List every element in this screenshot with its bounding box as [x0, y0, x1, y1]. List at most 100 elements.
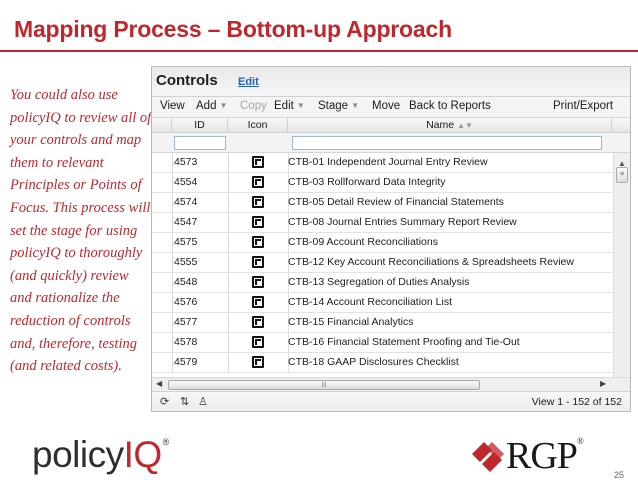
- control-icon[interactable]: [252, 356, 264, 368]
- column-divider: [172, 253, 173, 272]
- row-id: 4573: [174, 156, 198, 168]
- chevron-down-icon: ▼: [296, 101, 305, 110]
- row-icon-cell: [228, 153, 288, 172]
- row-name[interactable]: CTB-05 Detail Review of Financial Statem…: [288, 193, 612, 212]
- column-name[interactable]: Name ▲▼: [288, 118, 612, 133]
- control-icon[interactable]: [252, 216, 264, 228]
- control-icon[interactable]: [252, 236, 264, 248]
- scroll-thumb[interactable]: ≡: [616, 167, 628, 183]
- horizontal-scrollbar[interactable]: ◀ ||| ▶: [152, 377, 630, 391]
- row-icon-cell: [228, 313, 288, 332]
- horizontal-scroll-thumb[interactable]: |||: [168, 380, 480, 390]
- row-icon-cell: [228, 333, 288, 352]
- column-id[interactable]: ID: [172, 118, 228, 133]
- policyiq-logo: policyIQ®: [32, 434, 169, 476]
- controls-rows: 4573 CTB-01 Independent Journal Entry Rev…: [152, 153, 612, 373]
- table-row[interactable]: 4578 CTB-16 Financial Statement Proofing …: [152, 333, 612, 353]
- table-row[interactable]: 4554 CTB-03 Rollforward Data Integrity: [152, 173, 612, 193]
- control-icon[interactable]: [252, 156, 264, 168]
- table-row[interactable]: 4576 CTB-14 Account Reconciliation List: [152, 293, 612, 313]
- column-divider: [172, 353, 173, 372]
- row-name[interactable]: CTB-18 GAAP Disclosures Checklist: [288, 353, 612, 372]
- control-icon[interactable]: [252, 336, 264, 348]
- user-filter-icon[interactable]: ♙: [198, 395, 208, 408]
- column-divider: [172, 333, 173, 352]
- title-rule: [0, 50, 638, 52]
- rgp-logo: RGP®: [470, 434, 620, 477]
- policyiq-logo-policy: policy: [32, 434, 124, 475]
- page-number: 25: [614, 470, 625, 480]
- table-row[interactable]: 4547 CTB-08 Journal Entries Summary Repor…: [152, 213, 612, 233]
- column-divider: [172, 273, 173, 292]
- id-filter-input[interactable]: [174, 136, 226, 150]
- column-divider: [172, 153, 173, 172]
- row-icon-cell: [228, 293, 288, 312]
- slide-title: Mapping Process – Bottom-up Approach: [14, 16, 452, 42]
- control-icon[interactable]: [252, 316, 264, 328]
- row-name[interactable]: CTB-15 Financial Analytics: [288, 313, 612, 332]
- name-filter-input[interactable]: [292, 136, 602, 150]
- row-id: 4574: [174, 196, 198, 208]
- row-name[interactable]: CTB-03 Rollforward Data Integrity: [288, 173, 612, 192]
- registered-mark: ®: [576, 436, 584, 446]
- row-icon-cell: [228, 353, 288, 372]
- row-id: 4575: [174, 236, 198, 248]
- row-id: 4579: [174, 356, 198, 368]
- row-name[interactable]: CTB-16 Financial Statement Proofing and …: [288, 333, 612, 352]
- row-name[interactable]: CTB-14 Account Reconciliation List: [288, 293, 612, 312]
- edit-link[interactable]: Edit: [238, 76, 259, 88]
- print-export-button[interactable]: Print/Export: [553, 100, 613, 112]
- header-spacer: [152, 118, 172, 133]
- move-button[interactable]: Move: [372, 100, 400, 112]
- column-divider: [172, 173, 173, 192]
- row-id: 4578: [174, 336, 198, 348]
- back-to-reports-button[interactable]: Back to Reports: [409, 100, 491, 112]
- row-name[interactable]: CTB-09 Account Reconciliations: [288, 233, 612, 252]
- registered-mark: ®: [162, 437, 170, 447]
- row-icon-cell: [228, 233, 288, 252]
- table-row[interactable]: 4548 CTB-13 Segregation of Duties Analysi…: [152, 273, 612, 293]
- filter-row: [152, 133, 630, 153]
- table-row[interactable]: 4579 CTB-18 GAAP Disclosures Checklist: [152, 353, 612, 373]
- row-name[interactable]: CTB-12 Key Account Reconciliations & Spr…: [288, 253, 612, 272]
- rgp-wordmark: RGP®: [506, 434, 584, 478]
- column-icon[interactable]: Icon: [228, 118, 288, 133]
- row-id: 4577: [174, 316, 198, 328]
- control-icon[interactable]: [252, 256, 264, 268]
- row-id: 4554: [174, 176, 198, 188]
- table-row[interactable]: 4555 CTB-12 Key Account Reconciliations &…: [152, 253, 612, 273]
- view-menu[interactable]: View: [160, 100, 185, 112]
- row-id: 4548: [174, 276, 198, 288]
- add-menu[interactable]: Add ▼: [196, 100, 227, 112]
- row-icon-cell: [228, 273, 288, 292]
- row-id: 4555: [174, 256, 198, 268]
- pager-text: View 1 - 152 of 152: [531, 396, 622, 408]
- scroll-right-icon[interactable]: ▶: [600, 379, 606, 388]
- row-name[interactable]: CTB-08 Journal Entries Summary Report Re…: [288, 213, 612, 232]
- policyiq-logo-iq: IQ: [123, 434, 163, 475]
- vertical-scrollbar[interactable]: ▲ ≡: [613, 153, 630, 377]
- sort-order-icon[interactable]: ⇅: [180, 395, 189, 408]
- column-divider: [172, 193, 173, 212]
- panel-header: Controls Edit: [152, 67, 630, 97]
- row-name[interactable]: CTB-01 Independent Journal Entry Review: [288, 153, 612, 172]
- table-row[interactable]: 4573 CTB-01 Independent Journal Entry Rev…: [152, 153, 612, 173]
- edit-label: Edit: [274, 100, 294, 112]
- row-id: 4547: [174, 216, 198, 228]
- row-name[interactable]: CTB-13 Segregation of Duties Analysis: [288, 273, 612, 292]
- control-icon[interactable]: [252, 276, 264, 288]
- refresh-icon[interactable]: ⟳: [160, 395, 169, 408]
- control-icon[interactable]: [252, 296, 264, 308]
- edit-menu[interactable]: Edit ▼: [274, 100, 305, 112]
- copy-button[interactable]: Copy: [240, 100, 267, 112]
- stage-menu[interactable]: Stage ▼: [318, 100, 359, 112]
- pager: ⟳ ⇅ ♙ View 1 - 152 of 152: [152, 391, 630, 411]
- table-row[interactable]: 4575 CTB-09 Account Reconciliations: [152, 233, 612, 253]
- table-row[interactable]: 4577 CTB-15 Financial Analytics: [152, 313, 612, 333]
- control-icon[interactable]: [252, 196, 264, 208]
- row-icon-cell: [228, 173, 288, 192]
- scroll-left-icon[interactable]: ◀: [156, 379, 162, 388]
- panel-title: Controls: [156, 72, 218, 89]
- control-icon[interactable]: [252, 176, 264, 188]
- table-row[interactable]: 4574 CTB-05 Detail Review of Financial St…: [152, 193, 612, 213]
